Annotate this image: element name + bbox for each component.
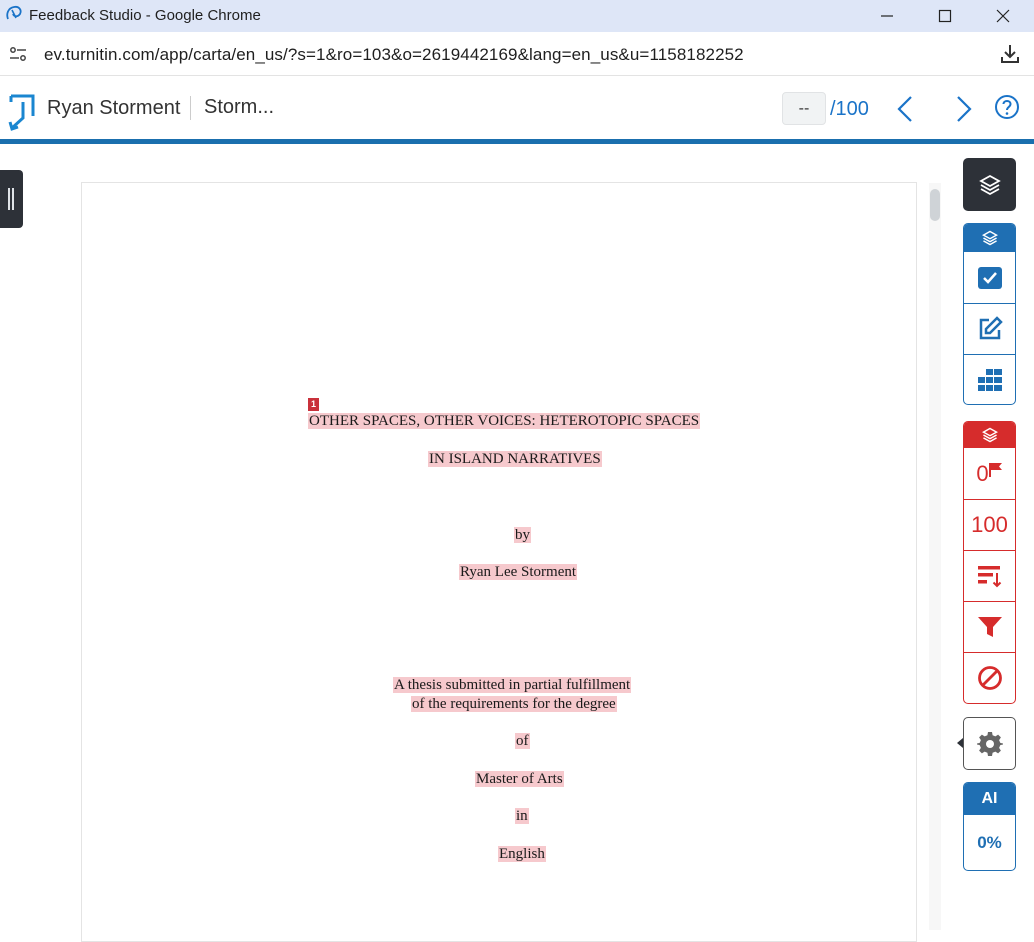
close-icon [996,9,1010,23]
match-overview-button[interactable] [964,550,1015,601]
ai-writing-button[interactable]: AI 0% [963,782,1016,871]
match-marker[interactable]: 1 [308,398,319,411]
doc-line: IN ISLAND NARRATIVES [428,451,602,468]
scrollbar-thumb[interactable] [930,189,940,221]
site-settings-icon[interactable] [8,44,28,64]
similarity-score-button[interactable]: 100 [964,499,1015,550]
similarity-layer-header[interactable] [964,422,1015,448]
doc-line: Ryan Lee Storment [459,564,578,581]
settings-button[interactable] [963,717,1016,770]
turnitin-logo-icon [8,94,35,131]
grading-layer-header[interactable] [964,224,1015,252]
highlighted-text[interactable]: by [514,527,531,543]
filter-icon [977,617,1002,637]
highlighted-text[interactable]: IN ISLAND NARRATIVES [428,451,602,467]
maximize-icon [938,9,952,23]
doc-line: of the requirements for the degree [411,696,617,713]
similarity-layer-group: 0 100 [963,421,1016,704]
layers-icon [981,427,998,443]
highlighted-text[interactable]: Ryan Lee Storment [459,564,578,580]
checkbox-icon [977,266,1002,289]
window-titlebar: Feedback Studio - Google Chrome [0,0,1034,32]
ai-score: 0% [977,832,1002,852]
address-bar: ev.turnitin.com/app/carta/en_us/?s=1&ro=… [0,32,1034,76]
turnitin-app-icon [6,5,22,20]
flag-icon [988,462,1002,477]
layers-icon [978,174,1001,195]
highlighted-text[interactable]: of [515,733,530,749]
download-icon[interactable] [998,42,1022,66]
app-header: Ryan Storment Storm... -- /100 [0,77,1034,139]
document-title[interactable]: Storm... [204,96,274,119]
help-icon[interactable] [994,94,1020,120]
doc-line: of [515,733,530,750]
doc-line: in [515,808,529,825]
doc-line: Master of Arts [475,771,564,788]
flags-button[interactable]: 0 [964,448,1015,499]
grade-input[interactable]: -- [782,92,826,125]
rubric-button[interactable] [964,354,1015,404]
quickmarks-button[interactable] [964,252,1015,303]
gear-icon [976,731,1003,756]
window-title: Feedback Studio - Google Chrome [29,7,261,24]
highlighted-text[interactable]: OTHER SPACES, OTHER VOICES: HETEROTOPIC … [308,413,701,429]
maximize-button[interactable] [916,0,974,32]
side-panel-handle[interactable] [0,170,23,228]
ban-icon [977,666,1002,690]
minimize-button[interactable] [858,0,916,32]
highlighted-text[interactable]: English [498,846,546,862]
edit-icon [979,316,1003,340]
highlighted-text[interactable]: Master of Arts [475,771,564,787]
header-divider [190,96,191,120]
previous-paper-button[interactable] [893,94,919,124]
highlighted-text[interactable]: A thesis submitted in partial fulfillmen… [393,677,632,693]
grid-icon [977,369,1002,391]
student-name: Ryan Storment [47,97,181,119]
ai-label: AI [964,783,1015,815]
next-paper-button[interactable] [950,94,976,124]
minimize-icon [881,15,893,17]
similarity-score: 100 [971,512,1008,537]
scrollbar-track[interactable] [929,183,941,930]
doc-line: by [514,527,531,544]
excluded-sources-button[interactable] [964,652,1015,703]
url-input[interactable]: ev.turnitin.com/app/carta/en_us/?s=1&ro=… [44,45,744,65]
close-button[interactable] [974,0,1032,32]
highlighted-text[interactable]: in [515,808,529,824]
layers-button[interactable] [963,158,1016,211]
feedback-summary-button[interactable] [964,303,1015,354]
doc-line: A thesis submitted in partial fulfillmen… [393,677,632,694]
highlighted-text[interactable]: of the requirements for the degree [411,696,617,712]
grading-layer-group [963,223,1016,405]
filter-button[interactable] [964,601,1015,652]
doc-line: OTHER SPACES, OTHER VOICES: HETEROTOPIC … [308,413,701,430]
doc-line: English [498,846,546,863]
document-page [81,182,917,942]
sort-bars-icon [977,566,1001,588]
grade-max-label: /100 [830,98,869,120]
flag-count: 0 [976,460,989,486]
layers-icon [981,230,998,246]
